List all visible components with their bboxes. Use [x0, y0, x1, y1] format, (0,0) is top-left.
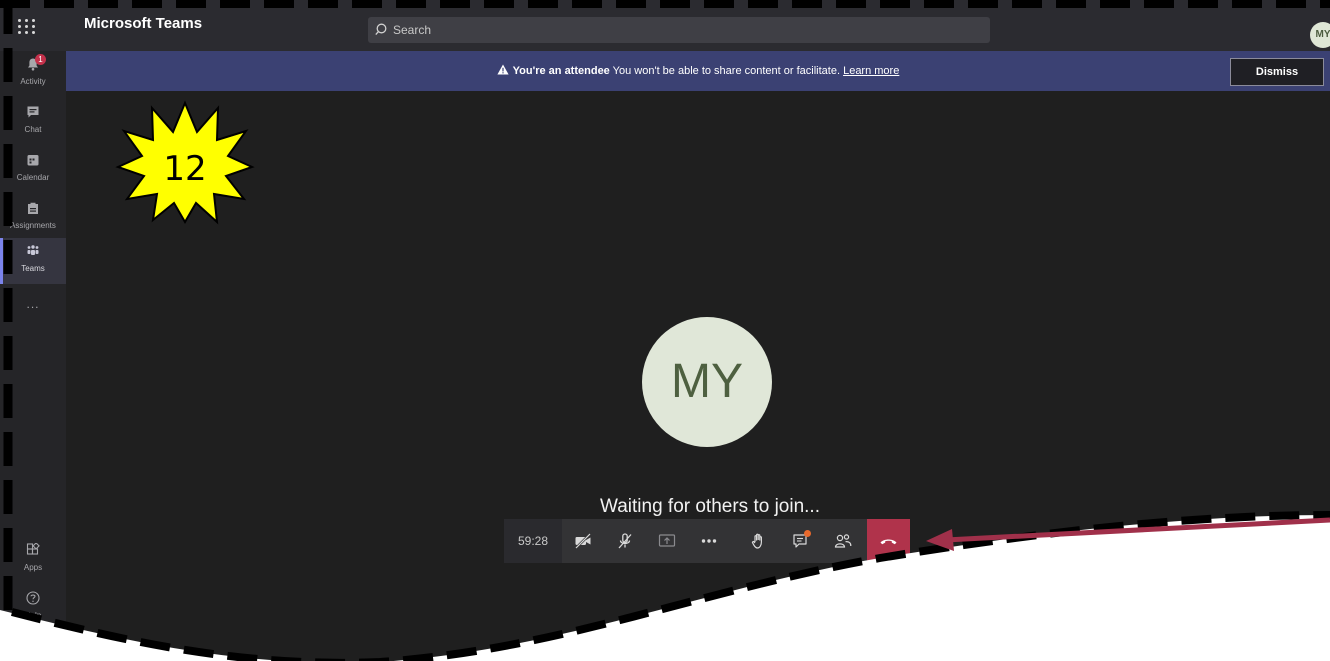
app-launcher-icon[interactable] [16, 15, 38, 37]
participants-icon [834, 534, 852, 548]
sidebar-item-chat[interactable]: Chat [0, 99, 66, 145]
hang-up-icon [880, 539, 897, 545]
sidebar-item-teams[interactable]: Teams [0, 238, 66, 284]
meeting-chat-button[interactable] [780, 519, 822, 563]
banner-title: You're an attendee [512, 65, 610, 77]
sidebar-item-label: Activity [20, 77, 46, 86]
app-title: Microsoft Teams [84, 15, 203, 32]
more-apps-label: ... [26, 297, 40, 311]
sidebar-item-label: Chat [24, 125, 42, 134]
call-timer: 59:28 [504, 519, 562, 563]
dismiss-button[interactable]: Dismiss [1230, 58, 1324, 86]
share-screen-icon [658, 534, 676, 547]
more-icon [701, 539, 717, 543]
attendee-banner: You're an attendee You won't be able to … [66, 51, 1330, 91]
raise-hand-button[interactable] [738, 519, 780, 563]
help-icon [26, 591, 40, 605]
camera-toggle-button[interactable] [562, 519, 604, 563]
search-icon [375, 23, 387, 36]
unread-dot [804, 530, 811, 537]
assignments-icon [28, 202, 38, 214]
calendar-icon [27, 155, 39, 166]
teams-app: Microsoft Teams Search MY 1 Activity Cha… [0, 0, 1330, 661]
chat-icon [27, 106, 39, 118]
mic-off-icon [618, 533, 632, 549]
waiting-status: Waiting for others to join... [599, 496, 820, 517]
learn-more-link[interactable]: Learn more [843, 65, 899, 77]
sidebar-item-label: Assignments [10, 221, 56, 230]
banner-text: You won't be able to share content or fa… [612, 65, 841, 77]
app-rail: 1 Activity Chat Calendar Assignments Tea… [0, 51, 66, 661]
mic-toggle-button[interactable] [604, 519, 646, 563]
sidebar-item-apps[interactable]: Apps [0, 537, 66, 583]
sidebar-item-label: Calendar [16, 173, 50, 182]
more-actions-button[interactable] [688, 519, 730, 563]
call-controls: 59:28 [504, 519, 910, 563]
top-bar: Microsoft Teams Search MY [0, 0, 1330, 51]
user-avatar[interactable]: MY [1310, 22, 1330, 48]
more-apps-button[interactable]: ... [0, 297, 66, 319]
banner-message: You're an attendee You won't be able to … [66, 64, 1330, 77]
sidebar-item-label: Teams [21, 264, 45, 273]
sidebar-item-label: Help [24, 611, 42, 620]
search-placeholder: Search [393, 23, 432, 37]
camera-off-icon [575, 533, 591, 549]
search-input[interactable]: Search [368, 17, 990, 43]
hang-up-button[interactable] [867, 519, 910, 563]
participant-avatar: MY [642, 317, 772, 447]
apps-icon [26, 543, 40, 555]
teams-icon [27, 245, 39, 255]
share-content-button[interactable] [646, 519, 688, 563]
sidebar-item-label: Apps [23, 563, 43, 572]
sidebar-item-help[interactable]: Help [0, 585, 66, 631]
warning-icon [497, 64, 509, 75]
sidebar-item-activity[interactable]: 1 Activity [0, 51, 66, 97]
sidebar-item-assignments[interactable]: Assignments [0, 195, 66, 241]
raise-hand-icon [751, 533, 762, 549]
sidebar-item-calendar[interactable]: Calendar [0, 147, 66, 193]
activity-badge: 1 [35, 54, 46, 65]
participants-button[interactable] [822, 519, 864, 563]
